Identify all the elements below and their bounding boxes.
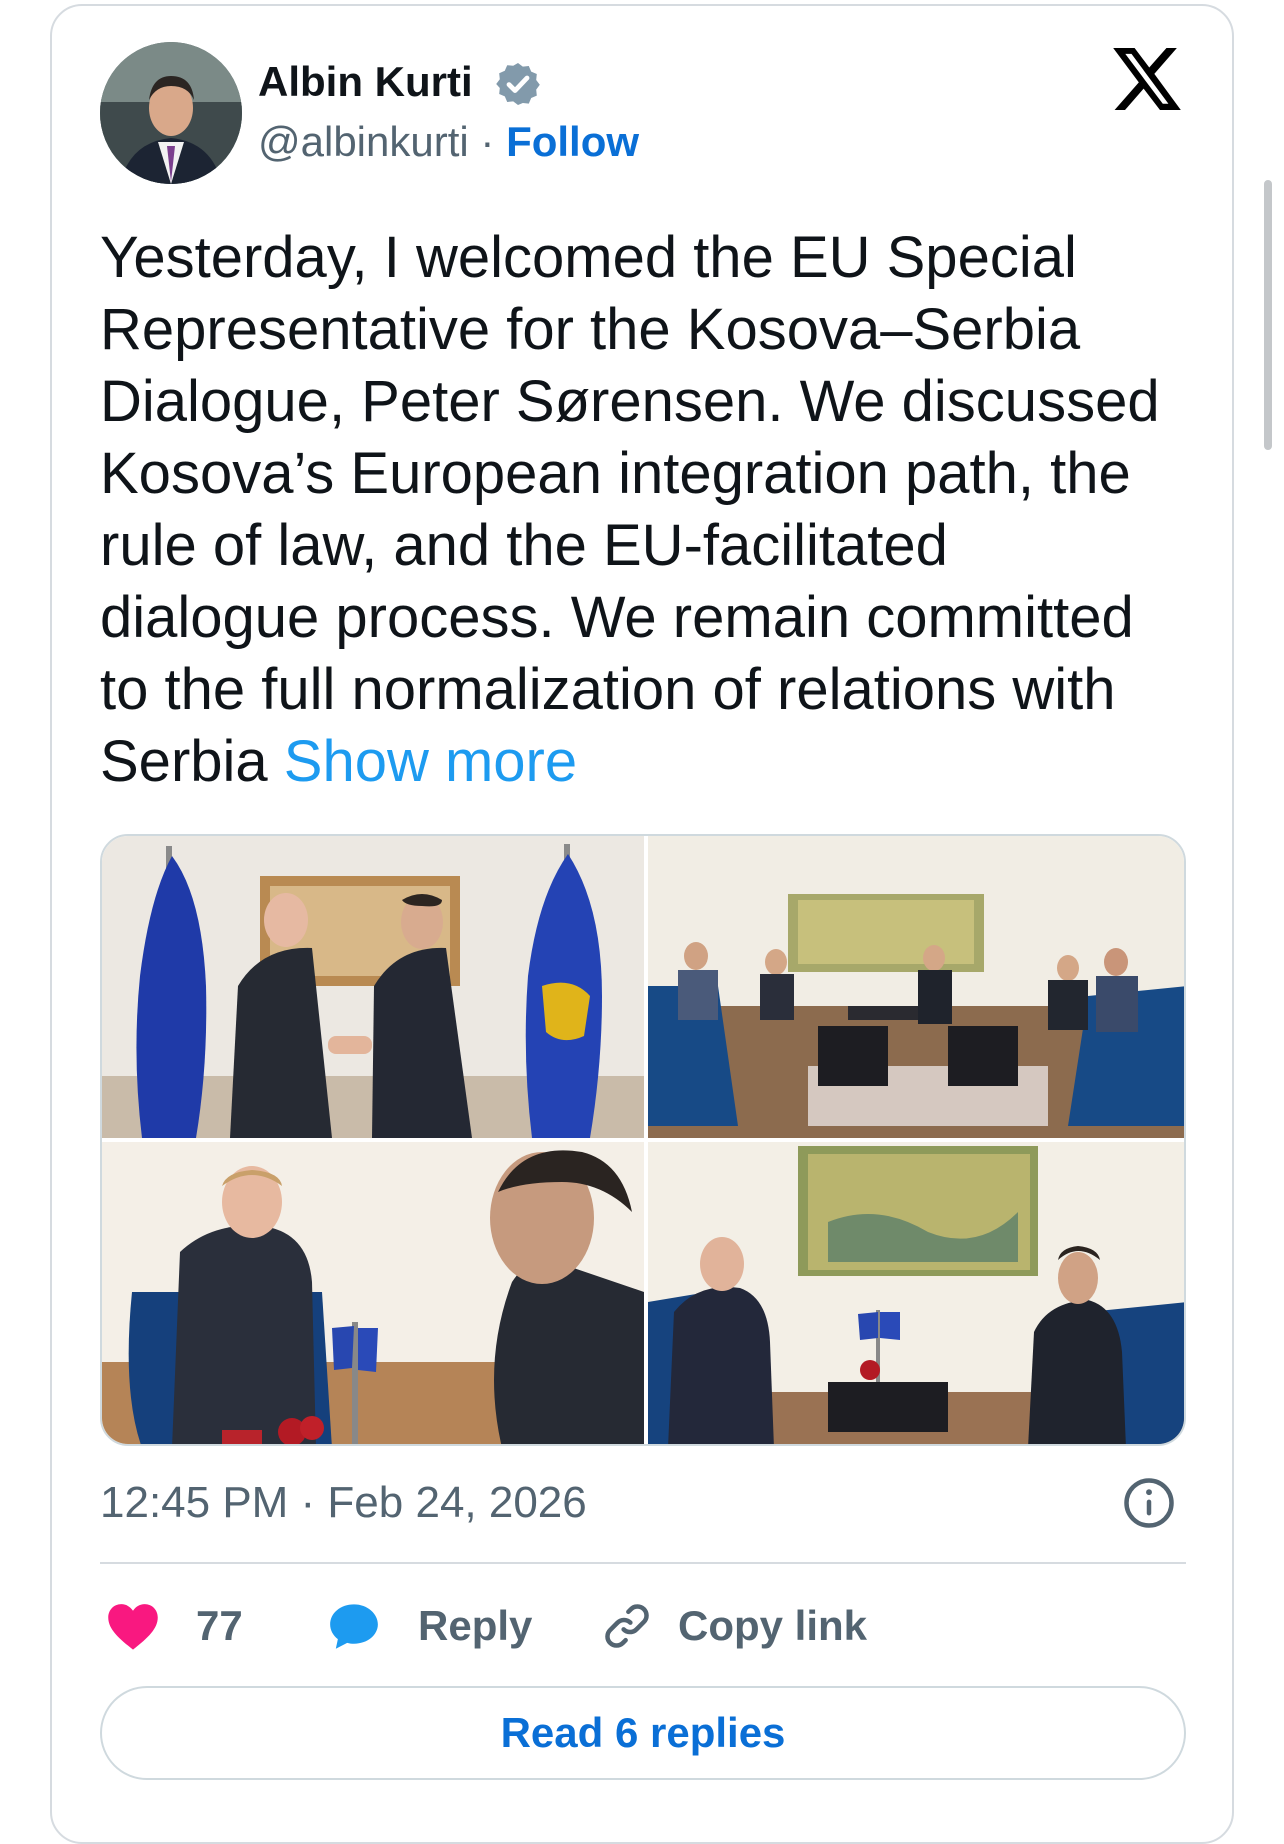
scrollbar[interactable]: [1264, 180, 1272, 450]
tweet-body: Yesterday, I welcomed the EU Special Rep…: [100, 225, 1160, 794]
like-button[interactable]: 77: [106, 1596, 243, 1656]
reply-label: Reply: [418, 1602, 533, 1649]
separator: ·: [480, 118, 495, 165]
author-handle[interactable]: @albinkurti: [258, 118, 469, 165]
photo-guest-seated[interactable]: [102, 1142, 644, 1444]
copy-link-label: Copy link: [678, 1602, 868, 1649]
info-icon[interactable]: [1122, 1476, 1176, 1530]
read-replies-label: Read 6 replies: [500, 1709, 786, 1756]
likes-count: 77: [196, 1602, 243, 1649]
heart-icon: [108, 1604, 158, 1650]
author-name[interactable]: Albin Kurti: [258, 58, 473, 106]
photo-meeting-room[interactable]: [648, 836, 1184, 1138]
photo-meeting-seated[interactable]: [648, 1142, 1184, 1444]
read-replies-button[interactable]: Read 6 replies: [100, 1686, 1186, 1780]
x-logo-icon[interactable]: [1112, 48, 1182, 110]
show-more-link[interactable]: Show more: [284, 729, 577, 794]
verified-icon: [496, 63, 540, 105]
handle-row: @albinkurti · Follow: [258, 118, 639, 166]
follow-button[interactable]: Follow: [506, 118, 639, 165]
reply-button[interactable]: Reply: [326, 1596, 532, 1656]
photo-handshake[interactable]: [102, 836, 644, 1138]
reply-bubble-icon: [330, 1604, 378, 1649]
media-grid: [100, 834, 1186, 1446]
copy-link-button[interactable]: Copy link: [600, 1596, 867, 1656]
avatar[interactable]: [100, 42, 242, 184]
tweet-text: Yesterday, I welcomed the EU Special Rep…: [100, 222, 1200, 798]
divider: [100, 1562, 1186, 1564]
link-icon: [605, 1604, 649, 1648]
tweet-timestamp[interactable]: 12:45 PM · Feb 24, 2026: [100, 1478, 587, 1528]
